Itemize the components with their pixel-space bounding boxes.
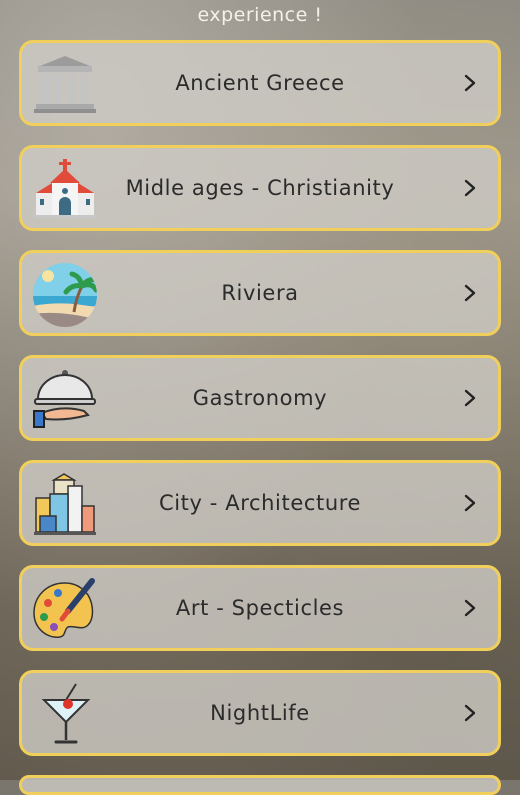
category-card-city-architecture[interactable]: City - Architecture [19,460,501,546]
chevron-right-icon [464,284,476,302]
category-card-midle-ages[interactable]: Midle ages - Christianity [19,145,501,231]
category-card-ancient-greece[interactable]: Ancient Greece [19,40,501,126]
chevron-right-icon [464,389,476,407]
category-list: Ancient Greece Midle ages - Christianity [19,40,501,775]
category-label: Ancient Greece [175,71,345,95]
category-card-art-specticles[interactable]: Art - Specticles [19,565,501,651]
header-subtitle: experience ! [197,4,323,26]
category-label: Riviera [221,281,299,305]
category-card-partial[interactable] [19,775,501,795]
category-label: NightLife [210,701,310,725]
chevron-right-icon [464,179,476,197]
chevron-right-icon [464,74,476,92]
chevron-right-icon [464,599,476,617]
category-card-gastronomy[interactable]: Gastronomy [19,355,501,441]
category-label: City - Architecture [158,491,362,515]
category-label: Gastronomy [192,386,328,410]
chevron-right-icon [464,704,476,722]
category-label: Midle ages - Christianity [125,176,395,200]
category-card-riviera[interactable]: Riviera [19,250,501,336]
category-card-nightlife[interactable]: NightLife [19,670,501,756]
category-label: Art - Specticles [175,596,345,620]
chevron-right-icon [464,494,476,512]
